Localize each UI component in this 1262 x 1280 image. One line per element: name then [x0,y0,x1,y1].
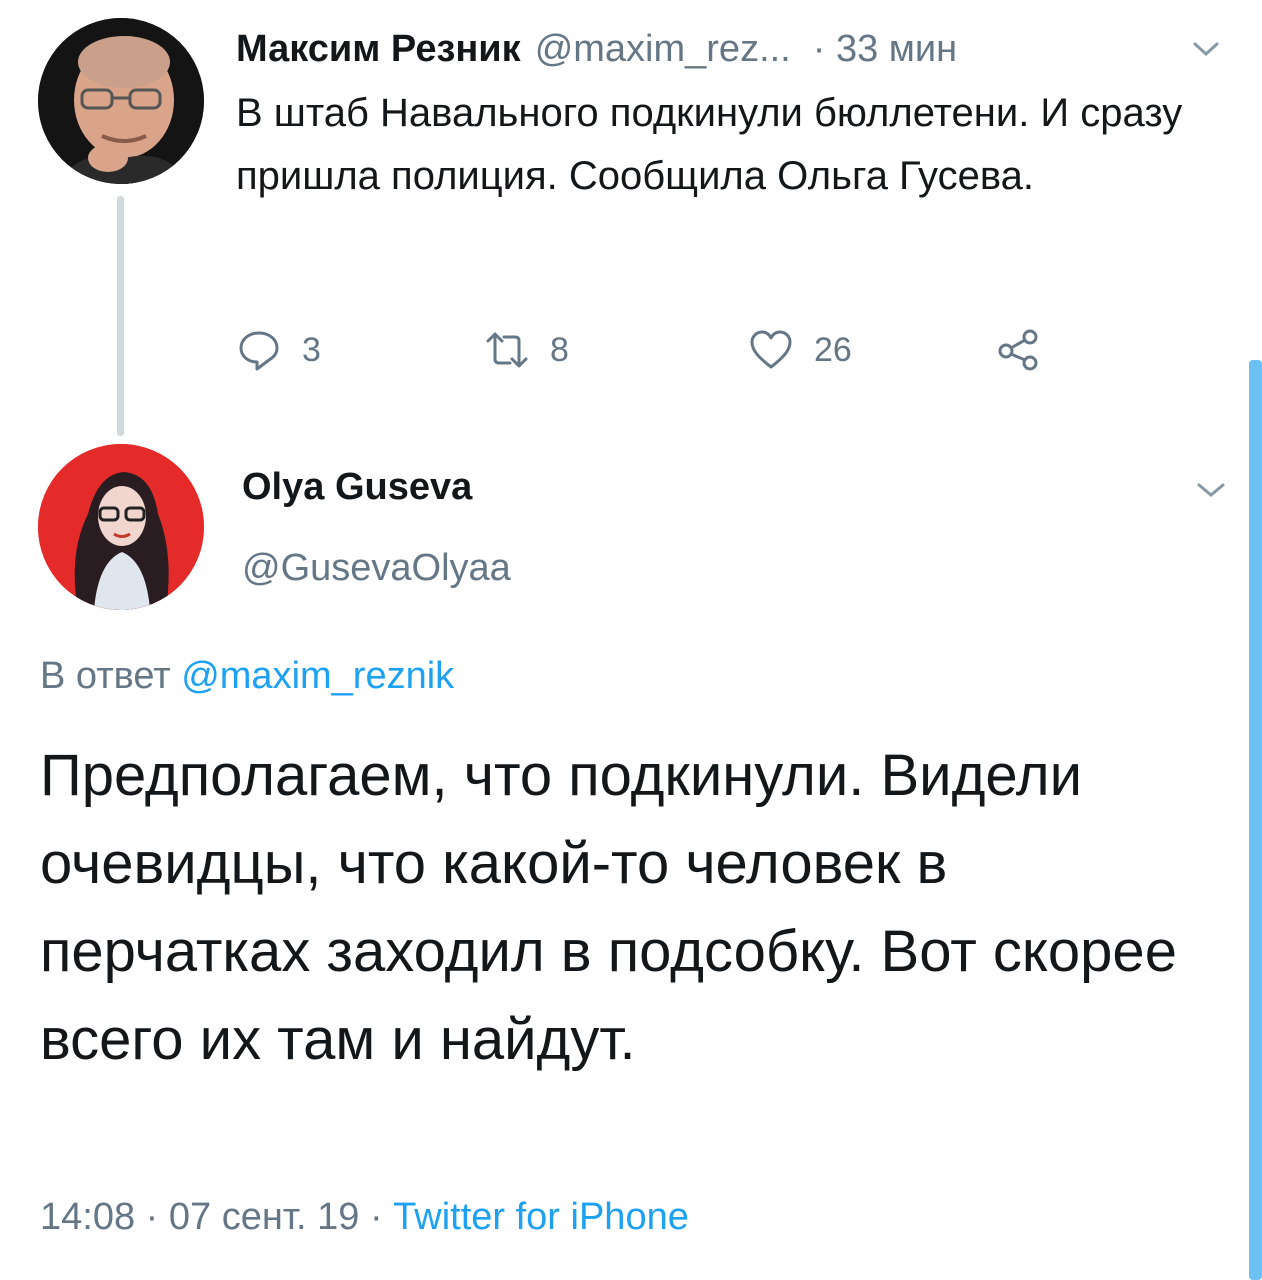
tweet-meta: 14:08 · 07 сент. 19 · Twitter for iPhone [40,1196,689,1239]
chevron-down-icon[interactable] [1192,38,1220,60]
share-icon [998,329,1038,371]
tweet-timestamp: 14:08 · 07 сент. 19 · [40,1196,394,1238]
like-icon [750,330,792,369]
share-button[interactable] [996,320,1042,380]
reply-author-handle[interactable]: @GusevaOlyaa [242,547,511,590]
avatar-portrait-image [38,444,204,610]
parent-tweet-header: Максим Резник @maxim_rez... · 33 мин [236,22,1226,76]
thread-connector-line [117,196,124,436]
parent-author-name[interactable]: Максим Резник [236,28,521,71]
reply-count: 3 [302,330,321,369]
reply-button[interactable]: 3 [236,320,321,380]
parent-author-handle[interactable]: @maxim_rez... [535,28,791,71]
parent-tweet-actions: 3 8 26 [236,320,1076,380]
retweet-button[interactable]: 8 [484,320,569,380]
reply-mention-link[interactable]: @maxim_reznik [181,655,454,697]
avatar-maxim-reznik[interactable] [38,18,204,184]
retweet-icon [486,332,528,368]
reply-to-line: В ответ @maxim_reznik [40,655,454,698]
avatar-olya-guseva[interactable] [38,444,204,610]
reply-tweet-text: Предполагаем, что подкинули. Видели очев… [40,743,1177,1072]
like-count: 26 [814,330,852,369]
avatar-portrait-image [38,18,204,184]
reply-author-name[interactable]: Olya Guseva [242,466,472,509]
chevron-down-icon[interactable] [1196,478,1226,502]
reply-icon [239,331,279,371]
tweet-source-link[interactable]: Twitter for iPhone [393,1196,689,1238]
retweet-count: 8 [550,330,569,369]
scrollbar[interactable] [1249,360,1262,1280]
tweet-thread-page: Максим Резник @maxim_rez... · 33 мин В ш… [0,0,1262,1280]
like-button[interactable]: 26 [748,320,852,380]
parent-tweet-text: В штаб Навального подкинули бюллетени. И… [236,91,1183,198]
reply-to-prefix: В ответ [40,655,182,697]
parent-tweet-time[interactable]: · 33 мин [813,28,957,71]
